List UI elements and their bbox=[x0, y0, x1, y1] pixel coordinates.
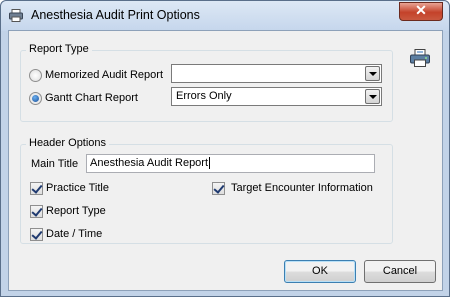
cancel-button[interactable]: Cancel bbox=[364, 260, 436, 283]
dialog-body: Report Type Memorized Audit Report Gantt… bbox=[8, 30, 443, 291]
window-title: Anesthesia Audit Print Options bbox=[31, 8, 200, 22]
printer-icon bbox=[9, 9, 23, 22]
chevron-down-icon[interactable] bbox=[365, 89, 380, 104]
memorized-audit-report-radio[interactable] bbox=[29, 69, 42, 82]
target-encounter-information-checkbox[interactable] bbox=[212, 182, 225, 195]
close-button[interactable]: ✕ bbox=[399, 2, 443, 21]
memorized-audit-report-label[interactable]: Memorized Audit Report bbox=[45, 69, 163, 81]
report-type-checkbox-label[interactable]: Report Type bbox=[46, 205, 106, 217]
dialog-window: Anesthesia Audit Print Options ✕ Report … bbox=[0, 0, 450, 297]
report-type-checkbox[interactable] bbox=[30, 205, 43, 218]
practice-title-checkbox[interactable] bbox=[30, 182, 43, 195]
main-title-value: Anesthesia Audit Report bbox=[90, 157, 211, 169]
gantt-chart-report-radio[interactable] bbox=[29, 92, 42, 105]
main-title-label: Main Title bbox=[31, 158, 79, 170]
date-time-checkbox[interactable] bbox=[30, 228, 43, 241]
report-type-group: Report Type bbox=[20, 43, 393, 122]
memorized-audit-report-combo[interactable] bbox=[171, 64, 382, 83]
ok-button[interactable]: OK bbox=[284, 260, 356, 283]
main-title-input[interactable]: Anesthesia Audit Report bbox=[86, 154, 375, 173]
date-time-label[interactable]: Date / Time bbox=[46, 228, 102, 240]
close-icon: ✕ bbox=[415, 2, 427, 18]
report-type-group-label: Report Type bbox=[26, 43, 92, 55]
printer-icon[interactable] bbox=[410, 49, 430, 67]
practice-title-label[interactable]: Practice Title bbox=[46, 182, 109, 194]
target-encounter-information-label[interactable]: Target Encounter Information bbox=[231, 182, 373, 194]
chevron-down-icon[interactable] bbox=[365, 66, 380, 81]
gantt-chart-report-combo[interactable]: Errors Only bbox=[171, 87, 382, 106]
title-bar[interactable]: Anesthesia Audit Print Options ✕ bbox=[1, 1, 449, 31]
gantt-chart-report-label[interactable]: Gantt Chart Report bbox=[45, 92, 138, 104]
gantt-chart-report-combo-value: Errors Only bbox=[176, 90, 232, 102]
header-options-group-label: Header Options bbox=[26, 137, 110, 149]
